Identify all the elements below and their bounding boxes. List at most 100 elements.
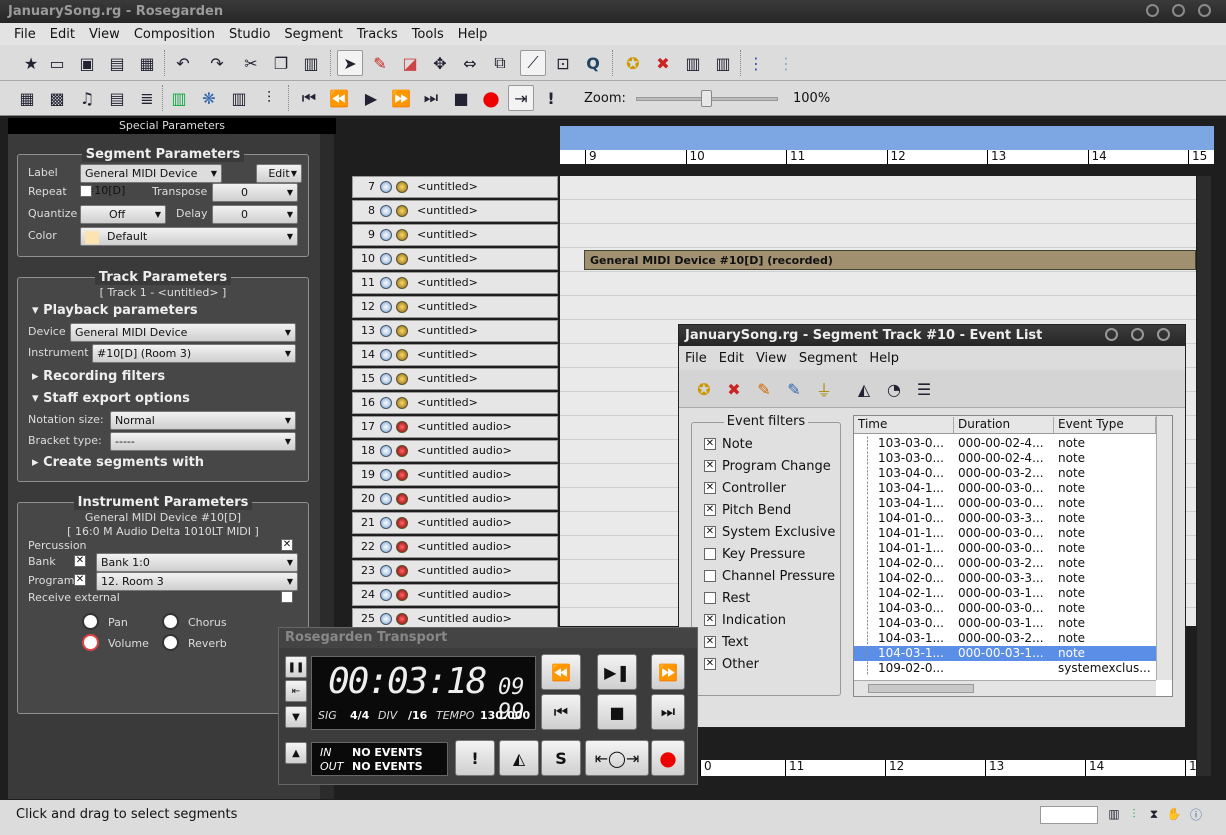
track-up-icon[interactable]: ⋮	[743, 50, 769, 76]
percussion-editor-icon[interactable]: ▩	[44, 85, 70, 111]
event-table-vscroll[interactable]	[1156, 416, 1172, 680]
filter-row[interactable]: Channel Pressure	[704, 569, 835, 584]
volume-knob[interactable]	[82, 634, 99, 651]
event-menu-edit[interactable]: Edit	[719, 351, 744, 366]
recording-filters-toggle[interactable]: ▸ Recording filters	[32, 369, 165, 384]
open-file-icon[interactable]: ▭	[44, 50, 70, 76]
mute-led-icon[interactable]	[380, 229, 392, 241]
record-led-icon[interactable]	[396, 421, 408, 433]
filter-checkbox[interactable]: ✕	[704, 635, 716, 648]
reverb-knob[interactable]	[162, 634, 179, 651]
event-list-editor-icon[interactable]: ▤	[104, 85, 130, 111]
delay-combo[interactable]: 0	[212, 205, 298, 224]
menu-view[interactable]: View	[89, 27, 120, 42]
export-icon[interactable]: ▦	[134, 50, 160, 76]
mute-led-icon[interactable]	[380, 325, 392, 337]
notation-editor-icon[interactable]: ♫	[74, 85, 100, 111]
edit-advanced-icon[interactable]: ✎	[781, 376, 807, 402]
collapse-button[interactable]: ▲	[285, 742, 307, 764]
chorus-knob[interactable]	[162, 613, 179, 630]
filter-row[interactable]: ✕ Indication	[704, 613, 786, 628]
program-combo[interactable]: 12. Room 3	[96, 572, 298, 591]
menu-studio[interactable]: Studio	[229, 27, 270, 42]
filter-row[interactable]: Key Pressure	[704, 547, 805, 562]
track-header[interactable]: 19 <untitled audio>	[352, 464, 558, 486]
hscroll-handle[interactable]	[868, 684, 974, 693]
select-tool-icon[interactable]: ➤	[337, 50, 363, 76]
track-header[interactable]: 11 <untitled>	[352, 272, 558, 294]
stop-icon[interactable]: ■	[448, 85, 474, 111]
table-row[interactable]: ┊ 104-03-0... 000-00-03-1... note	[854, 616, 1156, 631]
track-header[interactable]: 17 <untitled audio>	[352, 416, 558, 438]
mute-led-icon[interactable]	[380, 421, 392, 433]
track-header[interactable]: 14 <untitled>	[352, 344, 558, 366]
mute-led-icon[interactable]	[380, 613, 392, 625]
record-led-icon[interactable]	[396, 469, 408, 481]
filter-row[interactable]: Rest	[704, 591, 750, 606]
track-header[interactable]: 20 <untitled audio>	[352, 488, 558, 510]
table-row[interactable]: ┊ 104-03-1... 000-00-03-2... note	[854, 631, 1156, 646]
edit-label-button[interactable]: Edit	[256, 164, 302, 183]
segment-recorded[interactable]: General MIDI Device #10[D] (recorded)	[584, 250, 1196, 270]
event-menu-file[interactable]: File	[685, 351, 707, 366]
event-list-maximize-button[interactable]	[1131, 328, 1144, 341]
record-led-icon[interactable]	[396, 205, 408, 217]
col-event-type[interactable]: Event Type	[1054, 417, 1156, 433]
filter-row[interactable]: ✕ Note	[704, 437, 753, 452]
record-led-icon[interactable]	[396, 589, 408, 601]
track-header[interactable]: 13 <untitled>	[352, 320, 558, 342]
record-icon[interactable]: ●	[478, 85, 504, 111]
track-header[interactable]: 7 <untitled>	[352, 176, 558, 198]
col-duration[interactable]: Duration	[954, 417, 1054, 433]
table-row[interactable]: ┊ 104-02-1... 000-00-03-1... note	[854, 586, 1156, 601]
mute-led-icon[interactable]	[380, 517, 392, 529]
matrix-editor-icon[interactable]: ▦	[14, 85, 40, 111]
instrument-combo[interactable]: #10[D] (Room 3)	[92, 344, 296, 363]
table-row[interactable]: ┊ 104-01-1... 000-00-03-0... note	[854, 526, 1156, 541]
edit-event-icon[interactable]: ✎	[751, 376, 777, 402]
event-list-close-button[interactable]	[1157, 328, 1170, 341]
mute-led-icon[interactable]	[380, 253, 392, 265]
menu-tools[interactable]: Tools	[412, 27, 444, 42]
color-combo[interactable]: Default	[80, 227, 298, 246]
transport-record-button[interactable]: ●	[651, 740, 685, 776]
record-led-icon[interactable]	[396, 277, 408, 289]
record-led-icon[interactable]	[396, 229, 408, 241]
filter-checkbox[interactable]: ✕	[704, 613, 716, 626]
move-track-down-icon[interactable]: ▥	[710, 50, 736, 76]
fast-forward-to-end-icon[interactable]: ⏭	[418, 85, 444, 111]
filter-checkbox[interactable]: ✕	[704, 437, 716, 450]
canvas-vertical-scrollbar[interactable]	[1197, 176, 1211, 776]
cycle-icon[interactable]: ◔	[881, 376, 907, 402]
track-header[interactable]: 12 <untitled>	[352, 296, 558, 318]
transport-panic-button[interactable]: !	[455, 740, 495, 776]
list-icon[interactable]: ☰	[911, 376, 937, 402]
mute-led-icon[interactable]	[380, 181, 392, 193]
program-checkbox[interactable]: ✕	[74, 574, 86, 586]
table-row[interactable]: ┊ 104-02-0... 000-00-03-2... note	[854, 556, 1156, 571]
track-header[interactable]: 8 <untitled>	[352, 200, 558, 222]
notation-size-combo[interactable]: Normal	[110, 411, 296, 430]
filter-checkbox[interactable]	[704, 591, 716, 604]
mute-led-icon[interactable]	[380, 205, 392, 217]
filter-row[interactable]: ✕ Controller	[704, 481, 786, 496]
mute-led-icon[interactable]	[380, 373, 392, 385]
record-led-icon[interactable]	[396, 181, 408, 193]
midi-devices-icon[interactable]: ❋	[196, 85, 222, 111]
transport-loop-button[interactable]: ⇤◯⇥	[585, 740, 649, 776]
filter-row[interactable]: ✕ System Exclusive	[704, 525, 835, 540]
save-icon[interactable]: ▣	[74, 50, 100, 76]
mute-led-icon[interactable]	[380, 469, 392, 481]
table-row[interactable]: ┊ 104-03-0... 000-00-03-0... note	[854, 601, 1156, 616]
split-segment-icon[interactable]: ⊡	[550, 50, 576, 76]
mute-led-icon[interactable]	[380, 277, 392, 289]
track-down-icon[interactable]: ⋮	[773, 50, 799, 76]
resize-tool-icon[interactable]: ⇔	[457, 50, 483, 76]
record-led-icon[interactable]	[396, 349, 408, 361]
event-table-hscroll[interactable]	[854, 680, 1156, 696]
track-header[interactable]: 15 <untitled>	[352, 368, 558, 390]
track-header[interactable]: 10 <untitled>	[352, 248, 558, 270]
percussion-checkbox[interactable]: ✕	[281, 539, 293, 551]
transpose-combo[interactable]: 0	[212, 183, 298, 202]
filter-checkbox[interactable]: ✕	[704, 481, 716, 494]
